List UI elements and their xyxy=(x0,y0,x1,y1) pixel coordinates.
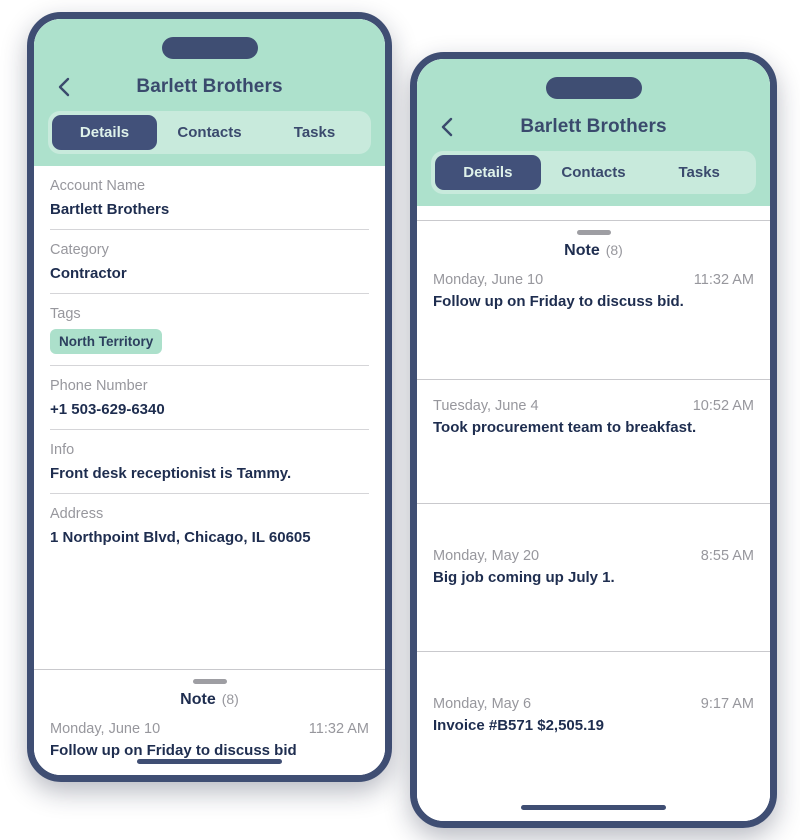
note-date: Monday, May 20 xyxy=(433,548,540,564)
note-body: Big job coming up July 1. xyxy=(433,569,615,586)
home-indicator xyxy=(521,805,666,810)
note-body: Follow up on Friday to discuss bid. xyxy=(433,293,684,310)
tab-tasks[interactable]: Tasks xyxy=(262,115,367,150)
field-label: Category xyxy=(50,242,109,258)
note-sheet: Note (8) Monday, June 10 11:32 AM Follow … xyxy=(417,220,770,821)
field-account-name[interactable]: Account Name Bartlett Brothers xyxy=(50,166,369,230)
tab-bar: Details Contacts Tasks xyxy=(431,151,756,194)
note-sheet-title: Note xyxy=(180,691,216,708)
page-title: Barlett Brothers xyxy=(520,116,667,137)
field-label: Address xyxy=(50,506,104,522)
home-indicator xyxy=(137,759,282,764)
sheet-spacer xyxy=(417,789,770,806)
page-title: Barlett Brothers xyxy=(136,76,283,97)
note-time: 11:32 AM xyxy=(693,272,754,288)
note-sheet-count: (8) xyxy=(221,691,239,707)
chevron-left-icon xyxy=(440,117,453,137)
tab-bar: Details Contacts Tasks xyxy=(48,111,371,154)
app-screen-right: Barlett Brothers Details Contacts Tasks … xyxy=(417,59,770,821)
note-body: Took procurement team to breakfast. xyxy=(433,419,697,436)
field-value: Bartlett Brothers xyxy=(50,201,170,218)
note-sheet: Note (8) Monday, June 10 11:32 AM Follow … xyxy=(34,669,385,775)
tag-chip[interactable]: North Territory xyxy=(50,329,163,354)
details-peek-strip xyxy=(417,206,770,220)
tab-contacts[interactable]: Contacts xyxy=(541,155,647,190)
note-meta: Monday, May 6 9:17 AM xyxy=(433,696,754,712)
note-body: Follow up on Friday to discuss bid xyxy=(50,742,297,759)
tab-tasks[interactable]: Tasks xyxy=(646,155,752,190)
note-date: Monday, May 6 xyxy=(433,696,532,712)
phone-mockup-right: Barlett Brothers Details Contacts Tasks … xyxy=(410,52,777,828)
field-label: Tags xyxy=(50,306,81,322)
note-sheet-header: Note (8) xyxy=(34,684,385,719)
title-row: Barlett Brothers xyxy=(34,65,385,109)
note-list: Monday, June 10 11:32 AM Follow up on Fr… xyxy=(34,719,385,759)
field-label: Account Name xyxy=(50,178,146,194)
field-value-wrapper: North Territory xyxy=(50,329,369,354)
field-info[interactable]: Info Front desk receptionist is Tammy. xyxy=(50,430,369,494)
note-sheet-count: (8) xyxy=(605,242,623,258)
note-date: Monday, June 10 xyxy=(50,721,161,737)
phone-mockup-left: Barlett Brothers Details Contacts Tasks … xyxy=(27,12,392,782)
back-button[interactable] xyxy=(433,114,459,140)
field-label: Info xyxy=(50,442,75,458)
field-value: 1 Northpoint Blvd, Chicago, IL 60605 xyxy=(50,529,311,546)
note-meta: Monday, June 10 11:32 AM xyxy=(50,721,369,737)
note-meta: Monday, June 10 11:32 AM xyxy=(433,272,754,288)
note-sheet-header: Note (8) xyxy=(417,235,770,270)
tab-details[interactable]: Details xyxy=(52,115,157,150)
note-meta: Monday, May 20 8:55 AM xyxy=(433,548,754,564)
app-header: Barlett Brothers Details Contacts Tasks xyxy=(417,59,770,206)
note-item[interactable]: Monday, June 10 11:32 AM Follow up on Fr… xyxy=(34,719,385,759)
note-item[interactable]: Tuesday, June 4 10:52 AM Took procuremen… xyxy=(417,380,770,504)
note-item[interactable]: Monday, May 6 9:17 AM Invoice #B571 $2,5… xyxy=(417,652,770,772)
note-time: 9:17 AM xyxy=(700,696,754,712)
note-sheet-title: Note xyxy=(564,242,600,259)
field-tags[interactable]: Tags North Territory xyxy=(50,294,369,366)
note-item[interactable]: Monday, May 20 8:55 AM Big job coming up… xyxy=(417,504,770,652)
title-row: Barlett Brothers xyxy=(417,105,770,149)
device-notch xyxy=(161,37,258,59)
note-body: Invoice #B571 $2,505.19 xyxy=(433,717,604,734)
note-list: Monday, June 10 11:32 AM Follow up on Fr… xyxy=(417,270,770,789)
field-phone-number[interactable]: Phone Number +1 503-629-6340 xyxy=(50,366,369,430)
tab-details[interactable]: Details xyxy=(435,155,541,190)
device-notch xyxy=(545,77,642,99)
note-time: 10:52 AM xyxy=(692,398,754,414)
field-address[interactable]: Address 1 Northpoint Blvd, Chicago, IL 6… xyxy=(50,494,369,557)
details-list: Account Name Bartlett Brothers Category … xyxy=(34,166,385,669)
field-label: Phone Number xyxy=(50,378,148,394)
note-time: 11:32 AM xyxy=(308,721,369,737)
note-time: 8:55 AM xyxy=(700,548,754,564)
chevron-left-icon xyxy=(57,77,70,97)
note-date: Monday, June 10 xyxy=(433,272,544,288)
field-value: Front desk receptionist is Tammy. xyxy=(50,465,292,482)
app-screen-left: Barlett Brothers Details Contacts Tasks … xyxy=(34,19,385,775)
field-category[interactable]: Category Contractor xyxy=(50,230,369,294)
field-value: +1 503-629-6340 xyxy=(50,401,165,418)
field-value: Contractor xyxy=(50,265,127,282)
back-button[interactable] xyxy=(50,74,76,100)
note-item[interactable]: Monday, June 10 11:32 AM Follow up on Fr… xyxy=(417,270,770,380)
note-date: Tuesday, June 4 xyxy=(433,398,539,414)
note-meta: Tuesday, June 4 10:52 AM xyxy=(433,398,754,414)
tab-contacts[interactable]: Contacts xyxy=(157,115,262,150)
app-header: Barlett Brothers Details Contacts Tasks xyxy=(34,19,385,166)
